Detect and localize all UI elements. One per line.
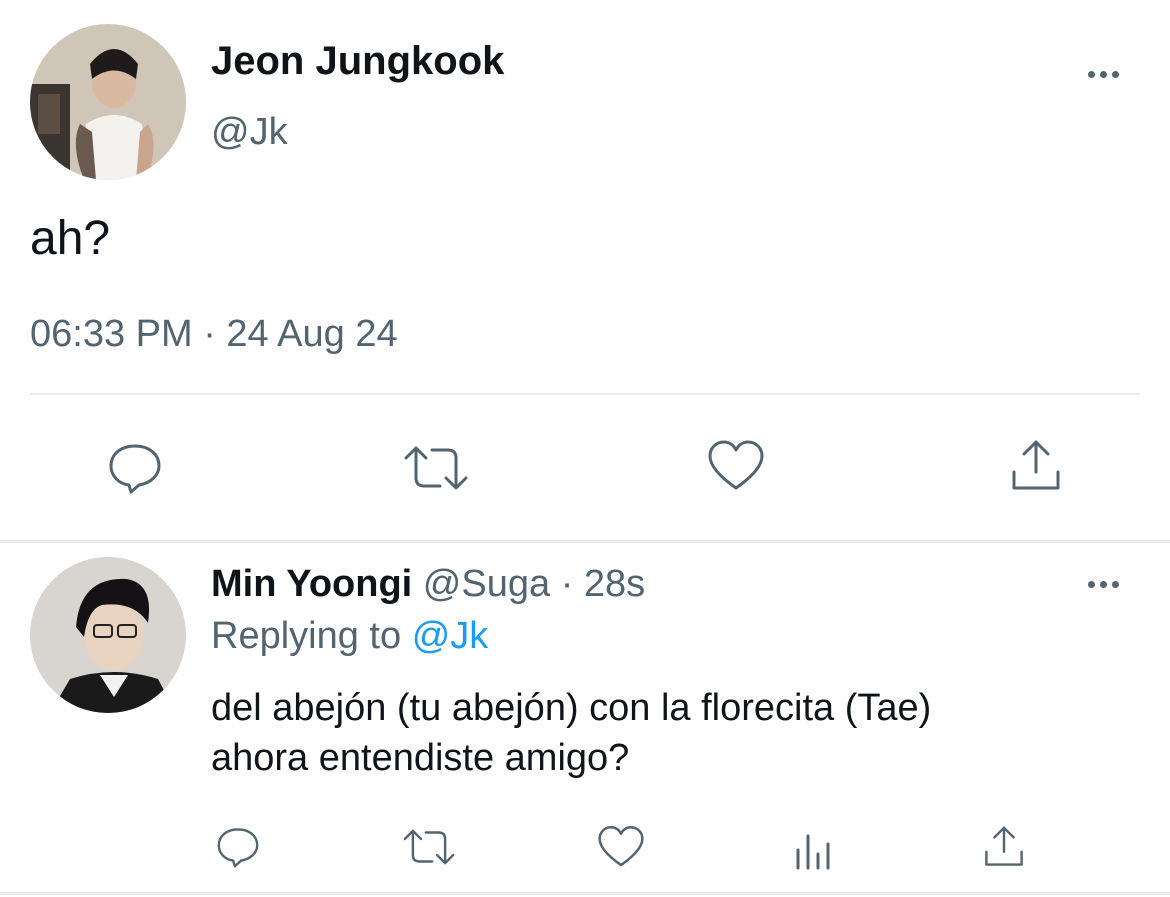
profile-photo-icon: [30, 24, 186, 180]
reply-icon[interactable]: [212, 822, 264, 872]
author-avatar[interactable]: [30, 24, 186, 180]
divider: [0, 892, 1170, 895]
author-handle[interactable]: @Jk: [211, 110, 288, 154]
like-icon[interactable]: [594, 822, 648, 872]
like-icon[interactable]: [704, 436, 768, 496]
replying-to-handle[interactable]: @Jk: [412, 615, 489, 657]
profile-photo-icon: [30, 557, 186, 713]
reply-text-line-2: ahora entendiste amigo?: [211, 737, 630, 779]
divider: [30, 393, 1140, 395]
share-icon[interactable]: [1004, 436, 1068, 496]
reply-icon[interactable]: [103, 438, 167, 498]
tweet-text: ah?: [30, 212, 111, 265]
reply-author-name[interactable]: Min Yoongi: [211, 563, 412, 605]
reply-author-handle[interactable]: @Suga: [423, 563, 550, 605]
replying-to: Replying to @Jk: [211, 614, 488, 658]
analytics-icon[interactable]: [790, 822, 836, 872]
divider: [0, 540, 1170, 543]
separator-dot: ·: [560, 563, 574, 605]
retweet-icon[interactable]: [398, 822, 460, 872]
more-options-icon[interactable]: [1088, 71, 1119, 78]
more-options-icon[interactable]: [1088, 581, 1119, 588]
tweet-timestamp[interactable]: 06:33 PM · 24 Aug 24: [30, 312, 398, 356]
share-icon[interactable]: [978, 822, 1030, 872]
author-name[interactable]: Jeon Jungkook: [211, 38, 504, 84]
reply-author-avatar[interactable]: [30, 557, 186, 713]
reply-time[interactable]: 28s: [584, 563, 645, 605]
reply-header: Min Yoongi @Suga · 28s: [211, 562, 645, 606]
reply-text-line-1: del abejón (tu abejón) con la florecita …: [211, 687, 932, 729]
replying-to-label: Replying to: [211, 615, 402, 657]
retweet-icon[interactable]: [400, 438, 472, 498]
